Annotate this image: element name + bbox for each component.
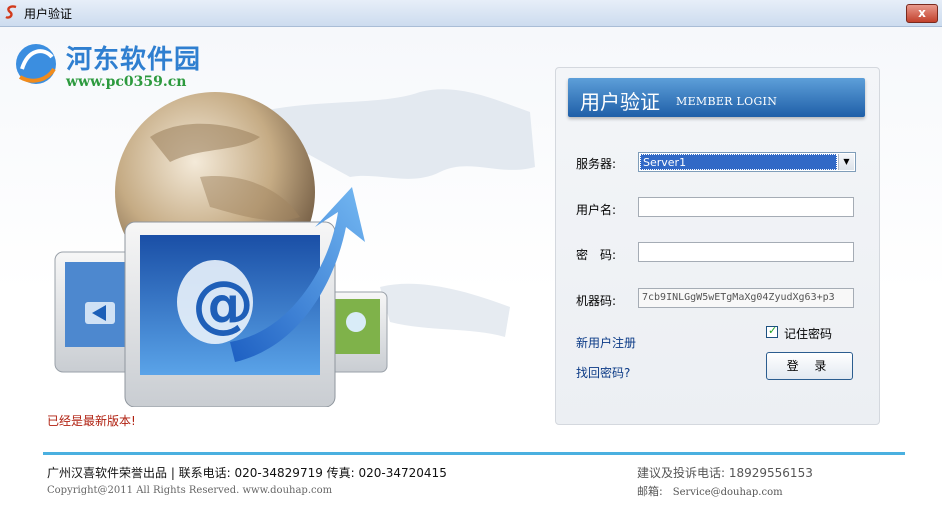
- dropdown-arrow-icon[interactable]: ▼: [838, 154, 854, 170]
- globe-illustration: @: [54, 89, 535, 407]
- server-label: 服务器:: [576, 157, 617, 171]
- machine-code-field[interactable]: 7cb9INLGgW5wETgMaXg04ZyudXg63+p3: [638, 288, 854, 308]
- register-link[interactable]: 新用户注册: [576, 334, 636, 351]
- version-status-text: 已经是最新版本!: [47, 414, 136, 428]
- remember-checkbox[interactable]: ✓: [766, 324, 778, 338]
- footer-copyright: Copyright@2011 All Rights Reserved. www.…: [47, 485, 333, 496]
- footer-divider: [43, 452, 905, 455]
- recover-password-link[interactable]: 找回密码?: [576, 364, 630, 381]
- panel-subtitle: MEMBER LOGIN: [676, 95, 778, 108]
- watermark-name: 河东软件园: [66, 45, 202, 75]
- main-content: 河东软件园 www.pc0359.cn @ 已经是最新版本! 用户验证 MEMB…: [0, 27, 942, 509]
- password-label: 密 码:: [576, 248, 617, 262]
- username-input[interactable]: [638, 197, 854, 217]
- machine-code-label: 机器码:: [576, 294, 617, 308]
- app-logo-icon: [5, 5, 17, 19]
- title-bar: 用户验证 x: [0, 0, 942, 27]
- panel-header: 用户验证 MEMBER LOGIN: [568, 78, 865, 117]
- close-button[interactable]: x: [906, 4, 938, 23]
- server-select[interactable]: Server1 ▼: [638, 152, 856, 172]
- footer-email-label: 邮箱:: [637, 485, 663, 498]
- email-at-icon: @: [192, 267, 254, 340]
- footer-email: 邮箱: Service@douhap.com: [637, 483, 783, 499]
- password-input[interactable]: [638, 242, 854, 262]
- login-panel: 用户验证 MEMBER LOGIN 服务器: Server1 ▼ 用户名: 密 …: [555, 67, 880, 425]
- footer-email-value: Service@douhap.com: [672, 487, 783, 498]
- checkbox-checked-icon: ✓: [768, 324, 778, 337]
- panel-title: 用户验证: [580, 90, 660, 114]
- window-title: 用户验证: [24, 7, 73, 21]
- footer-hotline: 建议及投诉电话: 18929556153: [637, 466, 813, 480]
- footer-company-info: 广州汉喜软件荣誉出品 | 联系电话: 020-34829719 传真: 020-…: [47, 466, 447, 480]
- username-label: 用户名:: [576, 203, 617, 217]
- server-selected-value: Server1: [640, 154, 837, 170]
- close-icon: x: [918, 6, 926, 20]
- remember-label: 记住密码: [784, 327, 833, 341]
- login-button[interactable]: 登 录: [766, 352, 853, 380]
